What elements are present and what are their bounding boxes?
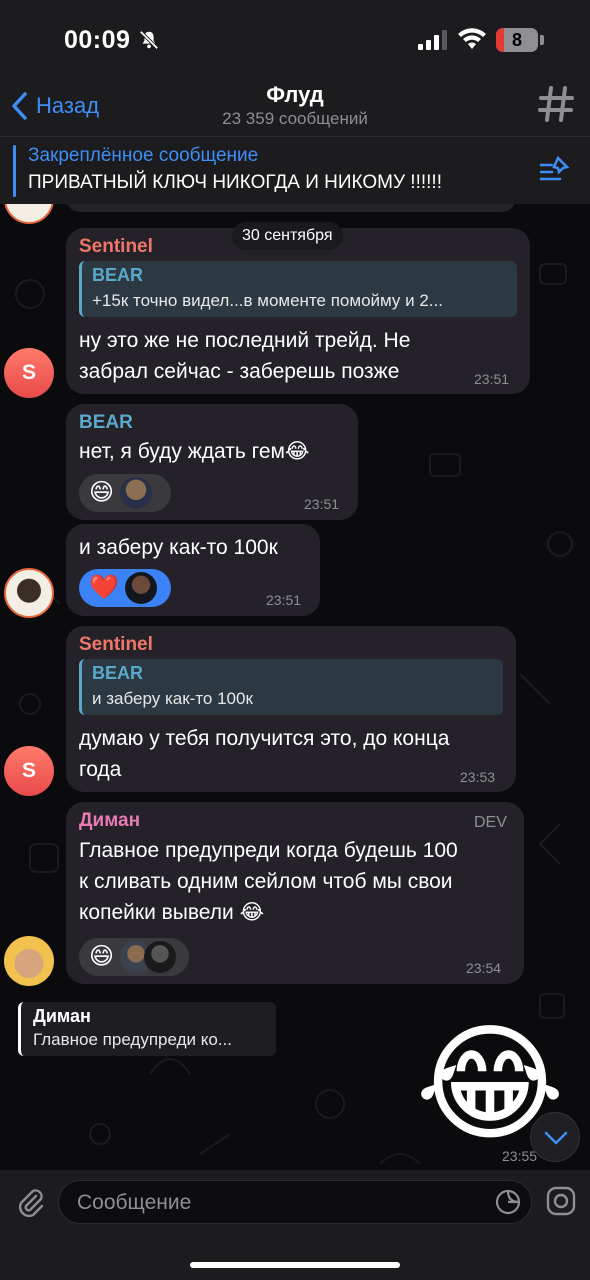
sender-name[interactable]: Sentinel (79, 634, 153, 656)
reply-quote[interactable]: BEAR и заберу как-то 100к (79, 659, 503, 715)
status-bar: 00:09 8 (0, 0, 590, 80)
battery-indicator: 8 (496, 28, 538, 52)
avatar-diman[interactable] (4, 936, 54, 986)
sender-name[interactable]: Диман (79, 810, 140, 832)
attach-paperclip-icon[interactable] (14, 1186, 46, 1218)
pinned-text: ПРИВАТНЫЙ КЛЮЧ НИКОГДА И НИКОМУ !!!!!! (28, 172, 442, 193)
message-time: 23:54 (466, 960, 502, 976)
message-text: и заберу как-то 100к (79, 532, 278, 563)
sender-name[interactable]: Sentinel (79, 236, 153, 258)
message-line: думаю у тебя получится это, до конца (79, 727, 450, 750)
message-input-placeholder: Сообщение (77, 1191, 192, 1214)
battery-tip (540, 35, 544, 45)
chat-area[interactable]: Sentinel BEAR +15к точно видел...в момен… (0, 204, 590, 1170)
quote-author: BEAR (92, 663, 144, 683)
chat-header: Назад Флуд 23 359 сообщений (0, 80, 590, 136)
reaction-emoji: 😄 (89, 479, 115, 506)
pinned-list-icon[interactable] (538, 155, 570, 185)
reactor-avatar (120, 477, 153, 509)
message-time: 23:51 (266, 592, 302, 608)
message-text: нет, я буду ждать гем😂 (79, 436, 309, 467)
wifi-icon (458, 28, 486, 49)
admin-badge: DEV (474, 814, 507, 831)
message-line: копейки вывели 😂 (79, 901, 265, 924)
reactor-avatar (124, 572, 157, 604)
avatar-sentinel[interactable]: S (4, 348, 54, 398)
message-sentinel-2[interactable]: Sentinel BEAR и заберу как-то 100к думаю… (66, 626, 516, 792)
reply-text: Главное предупреди ко... (33, 1030, 232, 1049)
bell-muted-icon (139, 30, 159, 50)
outgoing-reply-quote[interactable]: Диман Главное предупреди ко... (18, 1002, 276, 1056)
message-bear-2[interactable]: и заберу как-то 100к ❤️ 23:51 (66, 524, 320, 616)
camera-instagram-icon[interactable] (546, 1186, 576, 1216)
message-line: и заберу как-то 100к (79, 536, 278, 559)
message-line: года (79, 758, 122, 781)
reaction-chip[interactable]: 😄 (79, 474, 171, 512)
chat-title[interactable]: Флуд (0, 82, 590, 108)
sticker-icon[interactable] (495, 1189, 521, 1215)
reaction-emoji: 😄 (89, 943, 115, 970)
message-text: думаю у тебя получится это, до конца год… (79, 723, 449, 785)
reaction-emoji: ❤️ (89, 574, 119, 601)
message-text: Главное предупреди когда будешь 100 к сл… (79, 835, 458, 928)
scroll-to-bottom-button[interactable] (530, 1112, 580, 1162)
quote-text: +15к точно видел...в моменте помойму и 2… (92, 291, 443, 310)
date-separator: 30 сентября (232, 222, 343, 250)
status-time: 00:09 (64, 26, 131, 54)
reply-author: Диман (33, 1006, 91, 1026)
avatar-bear[interactable] (4, 568, 54, 618)
pinned-message-bar[interactable]: Закреплённое сообщение ПРИВАТНЫЙ КЛЮЧ НИ… (0, 136, 590, 204)
sender-name[interactable]: BEAR (79, 412, 133, 434)
message-diman[interactable]: Диман DEV Главное предупреди когда будеш… (66, 802, 524, 984)
home-indicator (190, 1262, 400, 1268)
avatar-sentinel[interactable]: S (4, 746, 54, 796)
signal-icon (418, 30, 447, 50)
message-time: 23:51 (304, 496, 340, 512)
pinned-title: Закреплённое сообщение (28, 145, 259, 166)
quote-text: и заберу как-то 100к (92, 689, 253, 708)
message-sentinel-1[interactable]: Sentinel BEAR +15к точно видел...в момен… (66, 228, 530, 394)
pinned-indicator (13, 145, 16, 197)
message-line: ну это же не последний трейд. Не (79, 329, 411, 352)
reaction-chip[interactable]: 😄 (79, 938, 189, 976)
hashtag-avatar-icon[interactable] (536, 84, 576, 124)
message-line: к сливать одним сейлом чтоб мы свои (79, 870, 453, 893)
reaction-chip[interactable]: ❤️ (79, 569, 171, 607)
previous-message-tail (66, 204, 516, 212)
message-input-bar: Сообщение (0, 1170, 590, 1280)
chat-subtitle: 23 359 сообщений (222, 109, 368, 128)
message-time: 23:53 (460, 769, 496, 785)
chevron-down-icon (544, 1131, 568, 1145)
message-line: забрал сейчас - заберешь позже (79, 360, 400, 383)
message-bear-1[interactable]: BEAR нет, я буду ждать гем😂 😄 23:51 (66, 404, 358, 520)
reactor-avatar (144, 941, 177, 973)
reply-quote[interactable]: BEAR +15к точно видел...в моменте помойм… (79, 261, 517, 317)
quote-author: BEAR (92, 265, 144, 285)
message-input[interactable]: Сообщение (58, 1180, 532, 1224)
message-line: Главное предупреди когда будешь 100 (79, 839, 458, 862)
message-text: ну это же не последний трейд. Не забрал … (79, 325, 410, 387)
message-line: нет, я буду ждать гем😂 (79, 440, 310, 463)
message-time: 23:51 (474, 371, 510, 387)
sticker-time: 23:55 (502, 1148, 538, 1164)
